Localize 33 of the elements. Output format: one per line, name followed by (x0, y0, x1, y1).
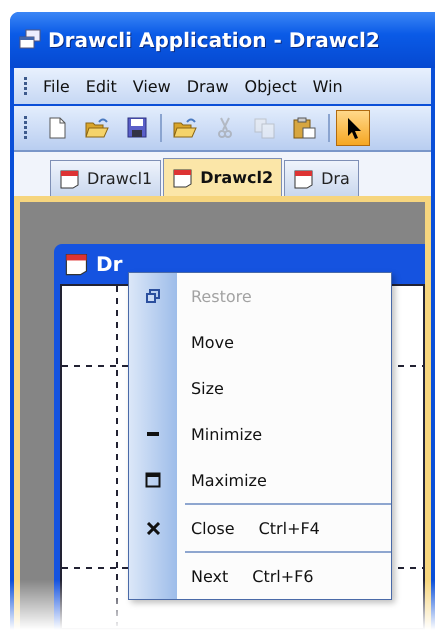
menu-item[interactable]: Edit (78, 72, 124, 100)
menu-item[interactable]: Size (129, 365, 391, 411)
document-icon (64, 252, 90, 276)
child-window-title: Dr (96, 252, 122, 276)
menu-item[interactable]: Next Ctrl+F6 (129, 553, 391, 599)
menu-item[interactable]: Close Ctrl+F4 (129, 505, 391, 551)
clipboard-icon (292, 116, 318, 140)
grip-handle-icon[interactable] (24, 115, 28, 141)
menu-item[interactable]: Move (129, 319, 391, 365)
folder-icon (172, 116, 198, 140)
menu-item[interactable]: Maximize (129, 457, 391, 503)
close-icon (146, 522, 160, 534)
menu-item[interactable]: Minimize (129, 411, 391, 457)
document-tab[interactable]: Drawcl2 (163, 158, 282, 196)
document-tab[interactable]: Dra (284, 160, 359, 196)
copy-pages-icon (253, 116, 277, 140)
pointer-tool-button[interactable] (336, 110, 370, 146)
app-windows-icon (18, 29, 42, 51)
document-icon (172, 168, 194, 188)
menu-item[interactable]: File (36, 72, 77, 100)
menu-item[interactable]: Object (238, 72, 304, 100)
menu-item[interactable]: Win (306, 72, 350, 100)
restore-icon (146, 289, 160, 303)
document-icon (59, 168, 81, 188)
menu-item[interactable]: View (126, 72, 178, 100)
grip-handle-icon[interactable] (24, 76, 28, 96)
maximize-icon (145, 472, 161, 488)
minimize-icon (146, 431, 160, 437)
window-title: Drawcli Application - Drawcl2 (48, 28, 380, 52)
menu-item[interactable]: Draw (180, 72, 236, 100)
document-icon (293, 168, 316, 188)
document-tab[interactable]: Drawcl1 (50, 160, 162, 196)
folder-icon (84, 116, 110, 140)
